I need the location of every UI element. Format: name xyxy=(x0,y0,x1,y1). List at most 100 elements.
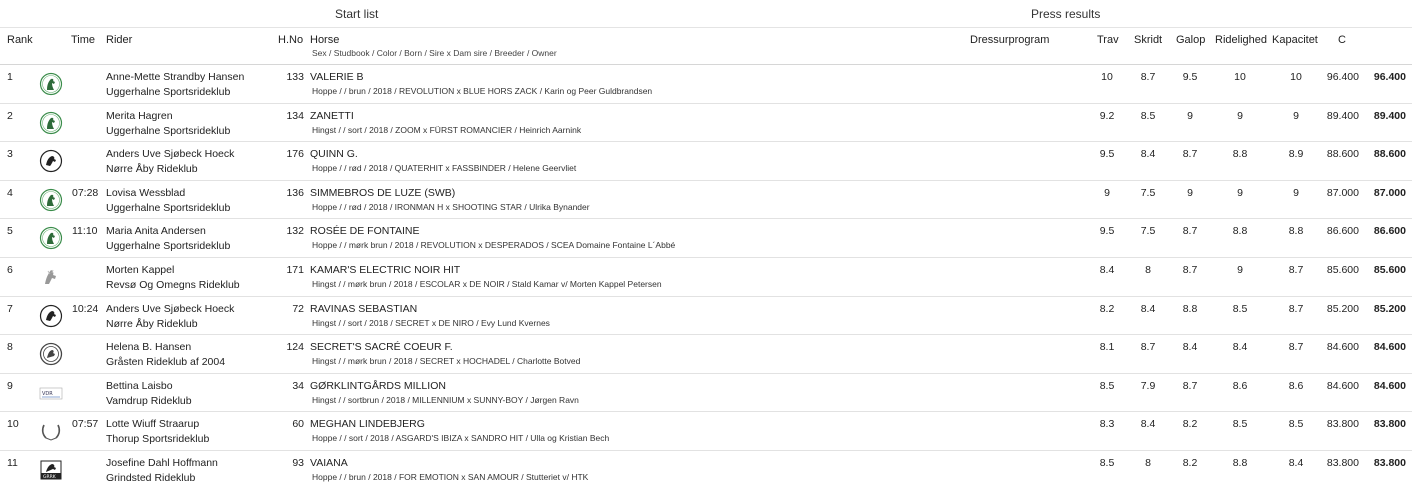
horse-number: 132 xyxy=(286,225,304,238)
score-ridelighed: 8.8 xyxy=(1232,225,1248,238)
rank-cell: 5 xyxy=(7,225,13,238)
time-cell: 11:10 xyxy=(72,225,98,238)
table-row[interactable]: 9 VDR Bettina Laisbo Vamdrup Rideklub 34 GØRK… xyxy=(0,374,1412,413)
horse-info: Hingst / / mørk brun / 2018 / SECRET x H… xyxy=(312,356,581,367)
rider-name[interactable]: Morten Kappel xyxy=(106,264,174,276)
score-kapacitet: 9 xyxy=(1293,186,1299,199)
rider-name[interactable]: Bettina Laisbo xyxy=(106,380,173,392)
score-trav: 8.4 xyxy=(1099,263,1115,276)
col-horse-sub: Sex / Studbook / Color / Born / Sire x D… xyxy=(312,48,557,58)
horse-info: Hingst / / mørk brun / 2018 / ESCOLAR x … xyxy=(312,278,662,289)
table-row[interactable]: 6 Morten Kappel Revsø Og Omegns Rideklub 17… xyxy=(0,258,1412,297)
score-skridt: 8.4 xyxy=(1140,302,1156,315)
total-cell: 83.800 xyxy=(1373,456,1406,469)
press-results-link[interactable]: Press results xyxy=(1031,7,1100,21)
horse-name[interactable]: QUINN G. xyxy=(310,148,358,160)
rank-cell: 3 xyxy=(7,148,13,161)
horse-info: Hoppe / / brun / 2018 / REVOLUTION x BLU… xyxy=(312,86,653,96)
start-list-link[interactable]: Start list xyxy=(335,7,378,21)
rank-cell: 7 xyxy=(7,302,13,315)
table-row[interactable]: 11 GRRK Josefine Dahl Hoffmann Grindsted Ri… xyxy=(0,451,1412,489)
club-name: Uggerhalne Sportsrideklub xyxy=(106,86,231,98)
score-skridt: 8.5 xyxy=(1140,109,1156,122)
club-logo-icon xyxy=(39,111,63,135)
horse-name[interactable]: VALERIE B xyxy=(310,71,364,83)
col-galop[interactable]: Galop xyxy=(1176,34,1205,46)
percent-cell: 88.600 xyxy=(1326,148,1359,161)
horse-name[interactable]: SECRET'S SACRÉ COEUR F. xyxy=(310,341,453,353)
rank-cell: 6 xyxy=(7,263,13,276)
table-row[interactable]: 3 Anders Uve Sjøbeck Hoeck Nørre Åby Ridek… xyxy=(0,142,1412,181)
horse-number: 176 xyxy=(286,148,304,161)
col-skridt[interactable]: Skridt xyxy=(1134,34,1162,46)
score-kapacitet: 8.6 xyxy=(1288,379,1304,392)
table-row[interactable]: 7 10:24 Anders Uve Sjøbeck Hoeck Nørre Åby … xyxy=(0,297,1412,336)
rank-cell: 11 xyxy=(7,456,18,469)
score-kapacitet: 8.7 xyxy=(1288,302,1304,315)
club-name: Vamdrup Rideklub xyxy=(106,394,192,407)
col-hno[interactable]: H.No xyxy=(278,34,303,46)
score-galop: 8.8 xyxy=(1182,302,1198,315)
score-trav: 8.2 xyxy=(1099,302,1115,315)
rider-name[interactable]: Lotte Wiuff Straarup xyxy=(106,418,199,430)
rider-name[interactable]: Maria Anita Andersen xyxy=(106,225,206,237)
horse-name[interactable]: MEGHAN LINDEBJERG xyxy=(310,418,425,430)
rider-name[interactable]: Helena B. Hansen xyxy=(106,341,191,353)
rider-name[interactable]: Lovisa Wessblad xyxy=(106,187,185,199)
rider-name[interactable]: Josefine Dahl Hoffmann xyxy=(106,457,218,469)
score-kapacitet: 8.4 xyxy=(1288,456,1304,469)
score-trav: 9.5 xyxy=(1099,225,1115,238)
col-program[interactable]: Dressurprogram xyxy=(970,34,1049,46)
rank-cell: 9 xyxy=(7,379,13,392)
table-row[interactable]: 10 07:57 Lotte Wiuff Straarup Thorup Sports… xyxy=(0,412,1412,451)
time-cell: 07:28 xyxy=(72,186,99,199)
club-name: Thorup Sportsrideklub xyxy=(106,433,210,446)
col-kapacitet[interactable]: Kapacitet xyxy=(1272,34,1318,46)
col-ridelighed[interactable]: Ridelighed xyxy=(1215,34,1267,46)
horse-name[interactable]: RAVINAS SEBASTIAN xyxy=(310,303,417,315)
horse-name[interactable]: VAIANA xyxy=(310,457,348,469)
table-row[interactable]: 2 Merita Hagren Uggerhalne Sportsrideklub 1… xyxy=(0,104,1412,143)
club-logo-icon xyxy=(39,72,63,96)
score-trav: 9.5 xyxy=(1099,148,1115,161)
score-ridelighed: 9 xyxy=(1237,186,1243,199)
score-galop: 9 xyxy=(1187,109,1193,122)
score-galop: 8.2 xyxy=(1182,418,1198,431)
col-rank[interactable]: Rank xyxy=(7,34,33,46)
horse-number: 133 xyxy=(286,71,304,83)
rider-name[interactable]: Anders Uve Sjøbeck Hoeck xyxy=(106,148,234,160)
total-cell: 85.200 xyxy=(1373,302,1406,315)
score-trav: 8.5 xyxy=(1099,456,1115,469)
horse-number: 34 xyxy=(292,379,304,392)
table-row[interactable]: 1 Anne-Mette Strandby Hansen Uggerhalne Sp… xyxy=(0,65,1412,104)
club-logo-icon xyxy=(39,188,63,212)
rider-name[interactable]: Anders Uve Sjøbeck Hoeck xyxy=(106,303,234,315)
col-time[interactable]: Time xyxy=(71,34,95,46)
col-horse[interactable]: Horse xyxy=(310,34,339,46)
table-row[interactable]: 5 11:10 Maria Anita Andersen Uggerhalne Spo… xyxy=(0,219,1412,258)
club-logo-icon xyxy=(39,226,63,250)
club-logo-icon xyxy=(39,419,63,443)
score-galop: 8.7 xyxy=(1182,379,1198,392)
rider-name[interactable]: Merita Hagren xyxy=(106,110,173,122)
rank-cell: 2 xyxy=(7,109,13,122)
table-row[interactable]: 4 07:28 Lovisa Wessblad Uggerhalne Sportsri… xyxy=(0,181,1412,220)
col-c[interactable]: C xyxy=(1338,34,1346,46)
total-cell: 85.600 xyxy=(1373,263,1406,276)
horse-name[interactable]: ZANETTI xyxy=(310,110,354,122)
percent-cell: 85.600 xyxy=(1326,263,1359,276)
horse-info: Hoppe / / brun / 2018 / FOR EMOTION x SA… xyxy=(312,471,589,482)
score-galop: 9 xyxy=(1187,186,1193,199)
score-galop: 8.7 xyxy=(1182,263,1198,276)
percent-cell: 96.400 xyxy=(1326,71,1359,83)
horse-info: Hingst / / sort / 2018 / SECRET x DE NIR… xyxy=(312,317,550,328)
col-trav[interactable]: Trav xyxy=(1097,34,1119,46)
horse-name[interactable]: GØRKLINTGÅRDS MILLION xyxy=(310,380,446,392)
rider-name[interactable]: Anne-Mette Strandby Hansen xyxy=(106,71,244,83)
horse-name[interactable]: KAMAR'S ELECTRIC NOIR HIT xyxy=(310,264,460,276)
horse-name[interactable]: SIMMEBROS DE LUZE (SWB) xyxy=(310,187,455,199)
score-skridt: 7.9 xyxy=(1140,379,1156,392)
col-rider[interactable]: Rider xyxy=(106,34,132,46)
table-row[interactable]: 8 Helena B. Hansen Gråsten Rideklub af 200… xyxy=(0,335,1412,374)
horse-name[interactable]: ROSÉE DE FONTAINE xyxy=(310,225,420,237)
